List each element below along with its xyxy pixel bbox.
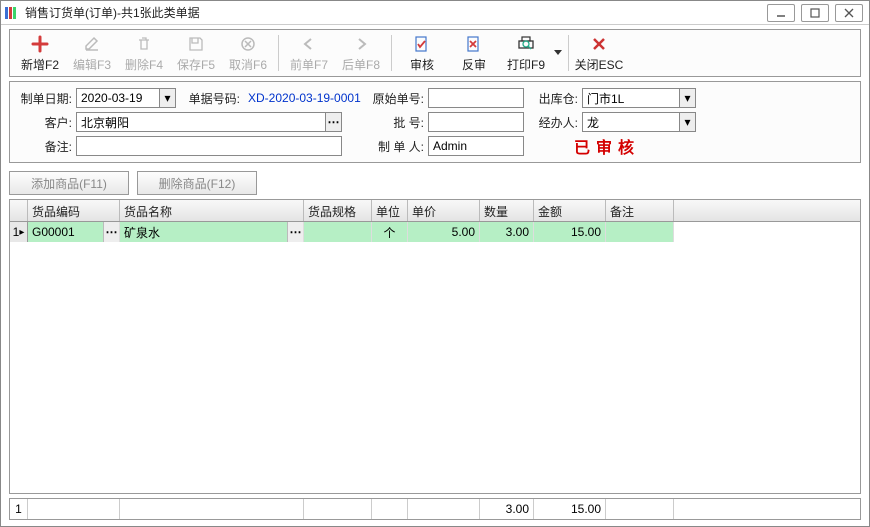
ellipsis-icon[interactable]: ⋯ bbox=[103, 222, 119, 242]
save-icon bbox=[186, 34, 206, 54]
cell-qty[interactable]: 3.00 bbox=[480, 222, 534, 242]
cell-amount[interactable]: 15.00 bbox=[534, 222, 606, 242]
date-label: 制单日期: bbox=[18, 90, 76, 107]
app-icon bbox=[5, 6, 21, 20]
cancel-button[interactable]: 取消F6 bbox=[222, 32, 274, 74]
titlebar: 销售订货单(订单)-共1张此类单据 bbox=[1, 1, 869, 25]
table-row[interactable]: 1▸ G00001 ⋯ 矿泉水 ⋯ 个 5.00 3.00 15.00 bbox=[10, 222, 860, 242]
chevron-down-icon: ▾ bbox=[159, 89, 175, 107]
footer-amount: 15.00 bbox=[534, 499, 606, 519]
minimize-button[interactable] bbox=[767, 4, 795, 22]
remark-label: 备注: bbox=[18, 138, 76, 155]
chevron-down-icon: ▾ bbox=[679, 89, 695, 107]
add-item-button[interactable]: 添加商品(F11) bbox=[9, 171, 129, 195]
date-input[interactable]: 2020-03-19 ▾ bbox=[76, 88, 176, 108]
delete-button[interactable]: 删除F4 bbox=[118, 32, 170, 74]
handler-label: 经办人: bbox=[530, 114, 582, 131]
toolbar: 新增F2 编辑F3 删除F4 保存F5 取消F6 前单F7 后单F8 bbox=[9, 29, 861, 77]
maximize-button[interactable] bbox=[801, 4, 829, 22]
trash-icon bbox=[134, 34, 154, 54]
delete-item-button[interactable]: 删除商品(F12) bbox=[137, 171, 257, 195]
cell-name[interactable]: 矿泉水 ⋯ bbox=[120, 222, 304, 242]
prev-doc-button[interactable]: 前单F7 bbox=[283, 32, 335, 74]
arrow-right-icon bbox=[351, 34, 371, 54]
batch-input[interactable] bbox=[428, 112, 524, 132]
check-doc-icon bbox=[412, 34, 432, 54]
warehouse-select[interactable]: 门市1L ▾ bbox=[582, 88, 696, 108]
cancel-icon bbox=[238, 34, 258, 54]
col-price[interactable]: 单价 bbox=[408, 200, 480, 221]
sales-order-window: 销售订货单(订单)-共1张此类单据 新增F2 编辑F3 删除F4 保存F5 取消… bbox=[0, 0, 870, 527]
grid-header: 货品编码 货品名称 货品规格 单位 单价 数量 金额 备注 bbox=[10, 200, 860, 222]
new-button[interactable]: 新增F2 bbox=[14, 32, 66, 74]
cell-spec[interactable] bbox=[304, 222, 372, 242]
plus-icon bbox=[30, 34, 50, 54]
warehouse-label: 出库仓: bbox=[530, 90, 582, 107]
next-doc-button[interactable]: 后单F8 bbox=[335, 32, 387, 74]
cell-price[interactable]: 5.00 bbox=[408, 222, 480, 242]
status-stamp: 已审核 bbox=[524, 134, 640, 158]
col-amount[interactable]: 金额 bbox=[534, 200, 606, 221]
item-buttons-row: 添加商品(F11) 删除商品(F12) bbox=[9, 171, 861, 195]
print-button[interactable]: 打印F9 bbox=[500, 32, 552, 74]
grid-body[interactable]: 1▸ G00001 ⋯ 矿泉水 ⋯ 个 5.00 3.00 15.00 bbox=[10, 222, 860, 493]
batch-label: 批 号: bbox=[342, 114, 428, 131]
chevron-down-icon: ▾ bbox=[679, 113, 695, 131]
customer-input[interactable]: 北京朝阳 ⋯ bbox=[76, 112, 342, 132]
footer-totals: 1 3.00 15.00 bbox=[9, 498, 861, 520]
print-dropdown[interactable] bbox=[552, 49, 564, 57]
remark-input[interactable] bbox=[76, 136, 342, 156]
cell-unit[interactable]: 个 bbox=[372, 222, 408, 242]
handler-select[interactable]: 龙 ▾ bbox=[582, 112, 696, 132]
unaudit-button[interactable]: 反审 bbox=[448, 32, 500, 74]
col-qty[interactable]: 数量 bbox=[480, 200, 534, 221]
audit-button[interactable]: 审核 bbox=[396, 32, 448, 74]
col-unit[interactable]: 单位 bbox=[372, 200, 408, 221]
col-code[interactable]: 货品编码 bbox=[28, 200, 120, 221]
edit-icon bbox=[82, 34, 102, 54]
col-name[interactable]: 货品名称 bbox=[120, 200, 304, 221]
footer-qty: 3.00 bbox=[480, 499, 534, 519]
creator-label: 制 单 人: bbox=[342, 138, 428, 155]
close-page-button[interactable]: 关闭ESC bbox=[573, 32, 625, 74]
docno-label: 单据号码: bbox=[182, 90, 244, 107]
close-button[interactable] bbox=[835, 4, 863, 22]
edit-button[interactable]: 编辑F3 bbox=[66, 32, 118, 74]
row-indicator: 1▸ bbox=[10, 222, 28, 242]
ellipsis-icon[interactable]: ⋯ bbox=[287, 222, 303, 242]
ellipsis-icon[interactable]: ⋯ bbox=[325, 113, 341, 131]
creator-value: Admin bbox=[428, 136, 524, 156]
cell-code[interactable]: G00001 ⋯ bbox=[28, 222, 120, 242]
customer-label: 客户: bbox=[18, 114, 76, 131]
print-icon bbox=[516, 34, 536, 54]
uncheck-doc-icon bbox=[464, 34, 484, 54]
items-grid: 货品编码 货品名称 货品规格 单位 单价 数量 金额 备注 1▸ G00001 … bbox=[9, 199, 861, 494]
close-x-icon bbox=[589, 34, 609, 54]
origdoc-label: 原始单号: bbox=[370, 90, 428, 107]
save-button[interactable]: 保存F5 bbox=[170, 32, 222, 74]
docno-value: XD-2020-03-19-0001 bbox=[244, 88, 370, 108]
form-area: 制单日期: 2020-03-19 ▾ 单据号码: XD-2020-03-19-0… bbox=[9, 81, 861, 163]
footer-index: 1 bbox=[10, 499, 28, 519]
origdoc-input[interactable] bbox=[428, 88, 524, 108]
arrow-left-icon bbox=[299, 34, 319, 54]
col-spec[interactable]: 货品规格 bbox=[304, 200, 372, 221]
col-remark[interactable]: 备注 bbox=[606, 200, 674, 221]
cell-remark[interactable] bbox=[606, 222, 674, 242]
window-title: 销售订货单(订单)-共1张此类单据 bbox=[25, 4, 767, 21]
